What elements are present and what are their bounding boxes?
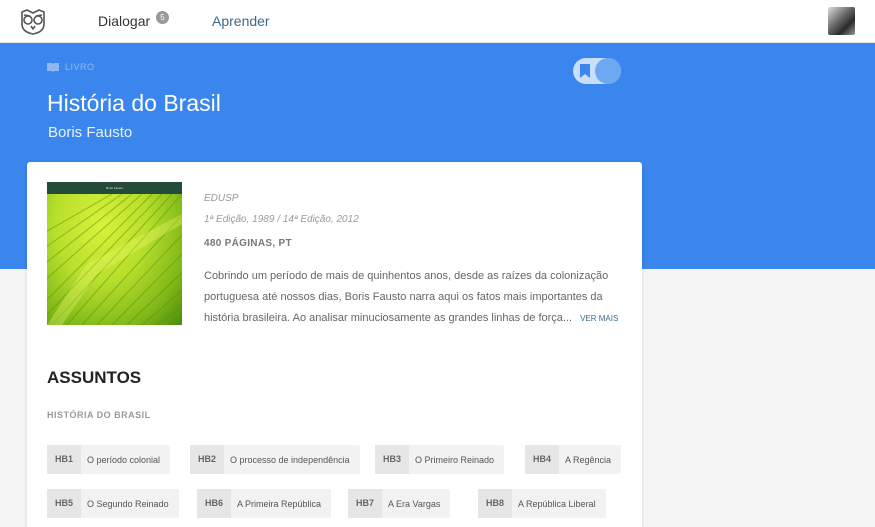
book-description: Cobrindo um período de mais de quinhento… [204,266,624,329]
publisher: EDUSP [204,193,239,204]
chip-name: O Primeiro Reinado [415,454,495,465]
chip-code: HB4 [525,445,560,474]
notification-badge: 5 [156,11,169,24]
toggle-knob [595,58,621,84]
chip-code: HB1 [47,445,82,474]
chip-code: HB7 [348,489,383,518]
bookmark-icon [580,64,590,78]
cover-author: Boris Fausto [106,186,123,190]
book-icon [47,63,59,72]
subject-chip[interactable]: HB5 O Segundo Reinado [47,489,179,518]
cover-band: Boris Fausto [47,182,182,194]
subject-chip[interactable]: HB2 O processo de independência [190,445,360,474]
chip-name: A Era Vargas [388,498,441,509]
book-card: Boris Fausto EDUSP 1ª Edição, 1989 / 14ª… [27,162,642,527]
owl-logo-icon[interactable] [18,6,48,36]
subject-chip[interactable]: HB6 A Primeira República [197,489,332,518]
edition-info: 1ª Edição, 1989 / 14ª Edição, 2012 [204,214,359,225]
chip-code: HB2 [190,445,225,474]
subject-group-label: HISTÓRIA DO BRASIL [47,410,151,420]
page-count: 480 PÁGINAS, PT [204,238,292,249]
chip-code: HB3 [375,445,410,474]
chip-name: O Segundo Reinado [87,498,169,509]
content-type-label: LIVRO [47,62,95,72]
subjects-heading: ASSUNTOS [47,368,142,387]
chip-code: HB8 [478,489,513,518]
chip-name: A Regência [565,454,612,465]
user-avatar[interactable] [828,7,855,35]
description-text: Cobrindo um período de mais de quinhento… [204,270,609,324]
chip-name: A República Liberal [518,498,596,509]
chip-name: O processo de independência [230,454,350,465]
ver-mais-link[interactable]: VER MAIS [580,314,618,323]
chip-code: HB6 [197,489,232,518]
chip-name: A Primeira República [237,498,322,509]
content-type-text: LIVRO [65,62,95,72]
chip-name: O período colonial [87,454,161,465]
subject-chip[interactable]: HB4 A Regência [525,445,622,474]
subject-chip[interactable]: HB3 O Primeiro Reinado [375,445,505,474]
chip-code: HB5 [47,489,82,518]
top-bar: Dialogar 5 Aprender [0,0,875,43]
nav-dialogar[interactable]: Dialogar [98,13,150,29]
subject-chip[interactable]: HB8 A República Liberal [478,489,606,518]
book-author[interactable]: Boris Fausto [48,124,132,141]
subject-chip[interactable]: HB1 O período colonial [47,445,171,474]
subject-chip[interactable]: HB7 A Era Vargas [348,489,451,518]
book-title: História do Brasil [47,90,221,116]
bookmark-toggle[interactable] [573,58,621,84]
book-cover: Boris Fausto [47,182,182,325]
nav-aprender[interactable]: Aprender [212,13,270,29]
